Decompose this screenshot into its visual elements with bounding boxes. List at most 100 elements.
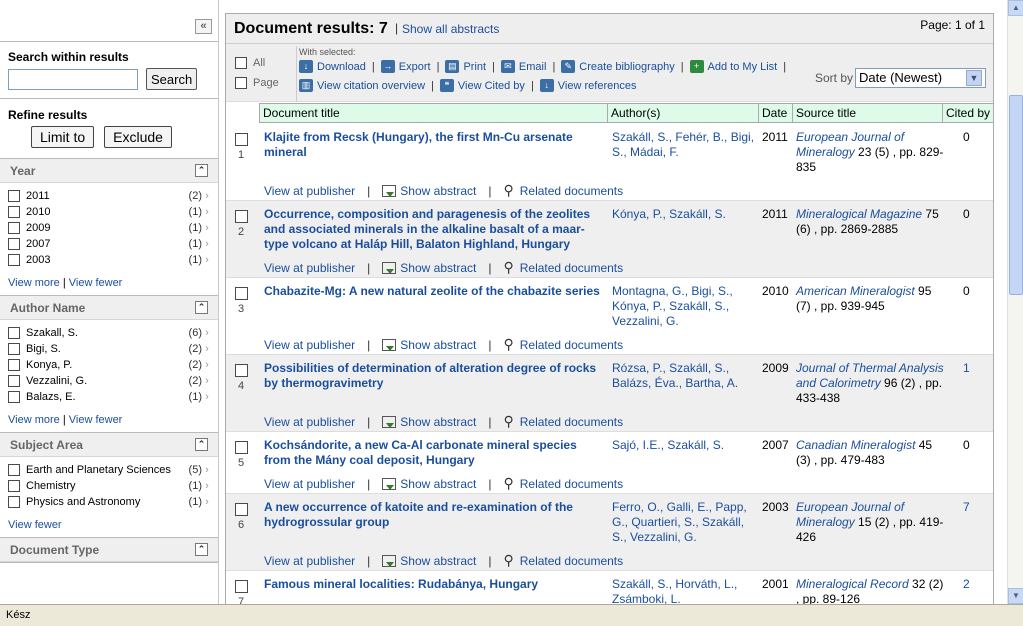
facet-option[interactable]: 2011 (2) ›: [8, 189, 212, 203]
chevron-right-icon[interactable]: ›: [202, 463, 212, 477]
col-document-title[interactable]: Document title: [260, 104, 608, 123]
show-abstract-link[interactable]: Show abstract: [400, 477, 476, 491]
facet-option[interactable]: Chemistry (1) ›: [8, 479, 212, 493]
show-abstract-action[interactable]: Show abstract: [382, 261, 476, 275]
result-checkbox[interactable]: [235, 210, 248, 223]
result-journal-link[interactable]: Mineralogical Magazine: [796, 207, 922, 221]
result-journal-link[interactable]: Canadian Mineralogist: [796, 438, 915, 452]
download-link[interactable]: Download: [317, 61, 366, 73]
view-at-publisher-link[interactable]: View at publisher: [264, 554, 355, 568]
chevron-right-icon[interactable]: ›: [202, 374, 212, 388]
chevron-right-icon[interactable]: ›: [202, 326, 212, 340]
show-abstract-link[interactable]: Show abstract: [400, 338, 476, 352]
col-source-title[interactable]: Source title: [793, 104, 943, 123]
view-fewer-link[interactable]: View fewer: [69, 414, 123, 426]
collapse-facet-icon[interactable]: ⌃: [195, 543, 208, 556]
related-documents-link[interactable]: Related documents: [520, 477, 623, 491]
chevron-right-icon[interactable]: ›: [202, 237, 212, 251]
related-documents-action[interactable]: ⚲ Related documents: [503, 475, 623, 492]
facet-header[interactable]: Subject Area ⌃: [0, 433, 218, 457]
result-cited-by[interactable]: 1: [963, 361, 970, 375]
view-fewer-link[interactable]: View fewer: [8, 519, 62, 531]
result-checkbox[interactable]: [235, 133, 248, 146]
view-cited-by-link[interactable]: View Cited by: [458, 80, 525, 92]
view-fewer-link[interactable]: View fewer: [69, 277, 123, 289]
result-checkbox[interactable]: [235, 503, 248, 516]
facet-header[interactable]: Author Name ⌃: [0, 296, 218, 320]
page-scrollbar[interactable]: ▲ ▼: [1007, 0, 1023, 604]
email-link[interactable]: Email: [519, 61, 547, 73]
result-authors[interactable]: Ferro, O., Galli, E., Papp, G., Quartier…: [612, 500, 758, 545]
facet-option[interactable]: Vezzalini, G. (2) ›: [8, 374, 212, 388]
facet-checkbox[interactable]: [8, 254, 20, 266]
chevron-down-icon[interactable]: ▼: [966, 70, 982, 86]
facet-option[interactable]: 2009 (1) ›: [8, 221, 212, 235]
email-action[interactable]: ✉ Email: [500, 60, 547, 73]
facet-checkbox[interactable]: [8, 480, 20, 492]
facet-header[interactable]: Document Type ⌃: [0, 538, 218, 562]
select-all-checkbox[interactable]: [235, 57, 247, 69]
result-journal-link[interactable]: American Mineralogist: [796, 284, 915, 298]
related-documents-link[interactable]: Related documents: [520, 261, 623, 275]
related-documents-action[interactable]: ⚲ Related documents: [503, 259, 623, 276]
limit-to-button[interactable]: Limit to: [31, 126, 95, 148]
related-documents-link[interactable]: Related documents: [520, 415, 623, 429]
facet-checkbox[interactable]: [8, 190, 20, 202]
scroll-down-icon[interactable]: ▼: [1008, 588, 1023, 604]
collapse-facet-icon[interactable]: ⌃: [195, 301, 208, 314]
facet-checkbox[interactable]: [8, 222, 20, 234]
result-title-link[interactable]: Famous mineral localities: Rudabánya, Hu…: [264, 577, 600, 592]
facet-option[interactable]: Physics and Astronomy (1) ›: [8, 495, 212, 509]
result-title-link[interactable]: Possibilities of determination of altera…: [264, 361, 600, 391]
references-action[interactable]: ↓ View references: [539, 79, 637, 92]
result-authors[interactable]: Kónya, P., Szakáll, S.: [612, 207, 758, 222]
facet-option[interactable]: Bigi, S. (2) ›: [8, 342, 212, 356]
facet-checkbox[interactable]: [8, 238, 20, 250]
col-authors[interactable]: Author(s): [608, 104, 759, 123]
chevron-right-icon[interactable]: ›: [202, 253, 212, 267]
chevron-right-icon[interactable]: ›: [202, 221, 212, 235]
result-title-link[interactable]: Chabazite-Mg: A new natural zeolite of t…: [264, 284, 600, 299]
view-references-link[interactable]: View references: [558, 80, 637, 92]
search-button[interactable]: Search: [146, 68, 198, 90]
print-action[interactable]: ▤ Print: [445, 60, 486, 73]
facet-checkbox[interactable]: [8, 343, 20, 355]
add-to-my-list-link[interactable]: Add to My List: [708, 61, 778, 73]
chevron-right-icon[interactable]: ›: [202, 205, 212, 219]
related-documents-action[interactable]: ⚲ Related documents: [503, 336, 623, 353]
result-authors[interactable]: Szakáll, S., Fehér, B., Bigi, S., Mádai,…: [612, 130, 758, 160]
sort-select[interactable]: Date (Newest) ▼: [855, 68, 986, 88]
view-more-link[interactable]: View more: [8, 414, 60, 426]
select-page-checkbox[interactable]: [235, 77, 247, 89]
facet-option[interactable]: Szakall, S. (6) ›: [8, 326, 212, 340]
view-at-publisher-link[interactable]: View at publisher: [264, 477, 355, 491]
cited-by-action[interactable]: ❝ View Cited by: [439, 79, 525, 92]
chevron-right-icon[interactable]: ›: [202, 495, 212, 509]
result-title-link[interactable]: Occurrence, composition and paragenesis …: [264, 207, 600, 252]
related-documents-link[interactable]: Related documents: [520, 338, 623, 352]
add-to-list-action[interactable]: + Add to My List: [689, 60, 778, 73]
result-checkbox[interactable]: [235, 364, 248, 377]
citation-overview-action[interactable]: ▥ View citation overview: [299, 79, 425, 92]
select-page[interactable]: Page: [235, 76, 279, 89]
facet-checkbox[interactable]: [8, 206, 20, 218]
show-abstract-link[interactable]: Show abstract: [400, 554, 476, 568]
result-checkbox[interactable]: [235, 287, 248, 300]
facet-checkbox[interactable]: [8, 359, 20, 371]
result-checkbox[interactable]: [235, 441, 248, 454]
facet-option[interactable]: Earth and Planetary Sciences (5) ›: [8, 463, 212, 477]
related-documents-link[interactable]: Related documents: [520, 554, 623, 568]
col-date[interactable]: Date: [759, 104, 793, 123]
search-within-input[interactable]: [8, 68, 138, 90]
related-documents-action[interactable]: ⚲ Related documents: [503, 182, 623, 199]
facet-option[interactable]: 2007 (1) ›: [8, 237, 212, 251]
show-abstract-link[interactable]: Show abstract: [400, 184, 476, 198]
view-more-link[interactable]: View more: [8, 277, 60, 289]
show-abstract-action[interactable]: Show abstract: [382, 415, 476, 429]
show-abstract-link[interactable]: Show abstract: [400, 415, 476, 429]
print-link[interactable]: Print: [463, 61, 486, 73]
facet-checkbox[interactable]: [8, 327, 20, 339]
related-documents-link[interactable]: Related documents: [520, 184, 623, 198]
view-citation-overview-link[interactable]: View citation overview: [317, 80, 425, 92]
create-bibliography-link[interactable]: Create bibliography: [579, 61, 674, 73]
